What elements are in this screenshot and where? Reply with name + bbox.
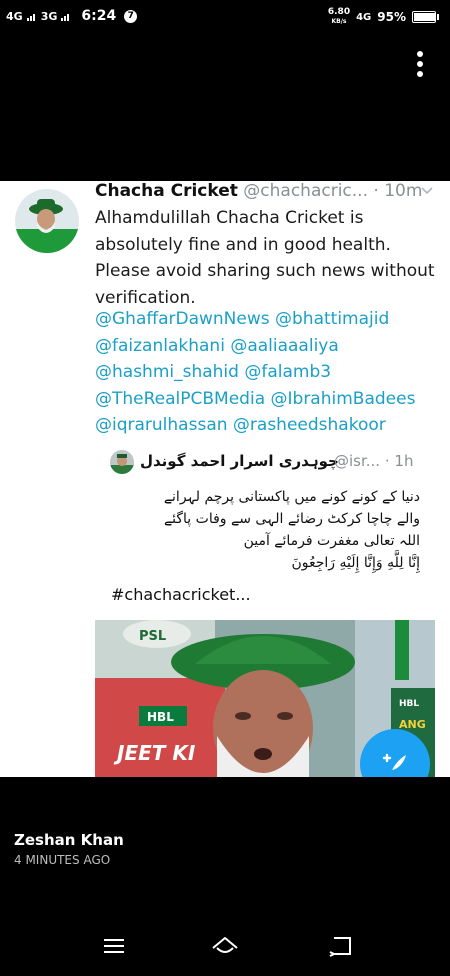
mention-line[interactable]: @iqrarulhassan @rasheedshakoor xyxy=(95,412,440,439)
notification-badge: 7 xyxy=(124,9,138,23)
status-right: 6.80 KB/s 4G 95% xyxy=(328,8,439,26)
signal-icon xyxy=(26,13,35,21)
quoted-text-line: والے چاچا کرکٹ رضائے الہی سے وفات پاگئے xyxy=(163,511,420,527)
story-user-name[interactable]: Zeshan Khan xyxy=(14,831,124,849)
quoted-author-avatar xyxy=(110,450,134,474)
quoted-tweet-time: 1h xyxy=(394,452,414,470)
network-indicator-1: 4G xyxy=(6,9,23,23)
status-bar: 4G 3G 6:24 7 6.80 KB/s 4G 95% xyxy=(0,0,450,34)
author-name[interactable]: Chacha Cricket xyxy=(95,181,238,201)
author-handle[interactable]: @chachacric... xyxy=(243,181,368,201)
photo-banner-text: JEET KI xyxy=(113,741,196,765)
back-icon[interactable] xyxy=(326,932,358,960)
menu-icon[interactable] xyxy=(98,932,130,960)
data-speed-unit: KB/s xyxy=(331,18,347,25)
tweet-card: Chacha Cricket @chachacric... · 10m Alha… xyxy=(0,181,450,777)
tweet-text-line: absolutely fine and in good health. xyxy=(95,234,391,255)
tweet-header: Chacha Cricket @chachacric... · 10m xyxy=(95,181,435,201)
mention-line[interactable]: @TheRealPCBMedia @IbrahimBadees xyxy=(95,386,440,413)
quoted-separator: · xyxy=(384,452,390,470)
tweet-text: Alhamdulillah Chacha Cricket is absolute… xyxy=(95,205,440,311)
clock: 6:24 xyxy=(81,8,117,24)
signal-icon xyxy=(61,13,70,21)
tweet-text-line: Alhamdulillah Chacha Cricket is xyxy=(95,208,364,228)
navigation-bar xyxy=(0,920,450,976)
status-left: 4G 3G 6:24 7 xyxy=(6,8,138,24)
tweet-time: 10m xyxy=(384,181,423,201)
data-speed-value: 6.80 xyxy=(327,7,351,17)
chevron-down-icon[interactable] xyxy=(420,183,434,197)
photo-hbl-text: HBL xyxy=(147,710,174,724)
mention-line[interactable]: @faizanlakhani @aaliaaaliya xyxy=(95,333,440,360)
quoted-text-line: إِنَّا لِلَّهِ وَإِنَّا إِلَيْهِ رَاجِعُ… xyxy=(291,555,420,571)
battery-percent: 95% xyxy=(377,10,406,24)
home-icon[interactable] xyxy=(209,932,241,960)
mention-line[interactable]: @GhaffarDawnNews @bhattimajid xyxy=(95,306,440,333)
quoted-tweet-header[interactable]: چوہدری اسرار احمد گوندل @isr... · 1h xyxy=(110,449,435,475)
photo-psl-text: PSL xyxy=(139,629,166,644)
tweet-mentions: @GhaffarDawnNews @bhattimajid @faizanlak… xyxy=(95,306,440,439)
data-speed: 6.80 KB/s xyxy=(328,8,350,26)
photo-right-hbl-text: HBL xyxy=(399,699,419,709)
more-vertical-icon[interactable] xyxy=(414,51,426,79)
author-avatar[interactable] xyxy=(15,189,79,253)
tweet-text-line: Please avoid sharing such news without xyxy=(95,261,435,282)
quoted-author-name[interactable]: چوہدری اسرار احمد گوندل xyxy=(140,452,339,470)
quoted-text-line: اللہ تعالی مغفرت فرمائے آمین xyxy=(243,533,420,549)
network-indicator-2: 3G xyxy=(40,9,58,23)
battery-icon xyxy=(412,11,439,23)
quoted-hashtag[interactable]: #chachacricket... xyxy=(111,585,251,604)
quoted-tweet-text: دنیا کے کونے کونے میں پاکستانی پرچم لہرا… xyxy=(110,486,420,574)
story-timestamp: 4 MINUTES AGO xyxy=(14,853,111,867)
mention-line[interactable]: @hashmi_shahid @falamb3 xyxy=(95,359,440,386)
quoted-author-handle: @isr... xyxy=(334,452,381,470)
header-separator: · xyxy=(373,181,379,201)
network-indicator-3: 4G xyxy=(356,11,372,23)
compose-tweet-icon xyxy=(382,753,406,775)
quoted-author-meta: @isr... · 1h xyxy=(334,452,413,470)
quoted-text-line: دنیا کے کونے کونے میں پاکستانی پرچم لہرا… xyxy=(163,489,420,505)
